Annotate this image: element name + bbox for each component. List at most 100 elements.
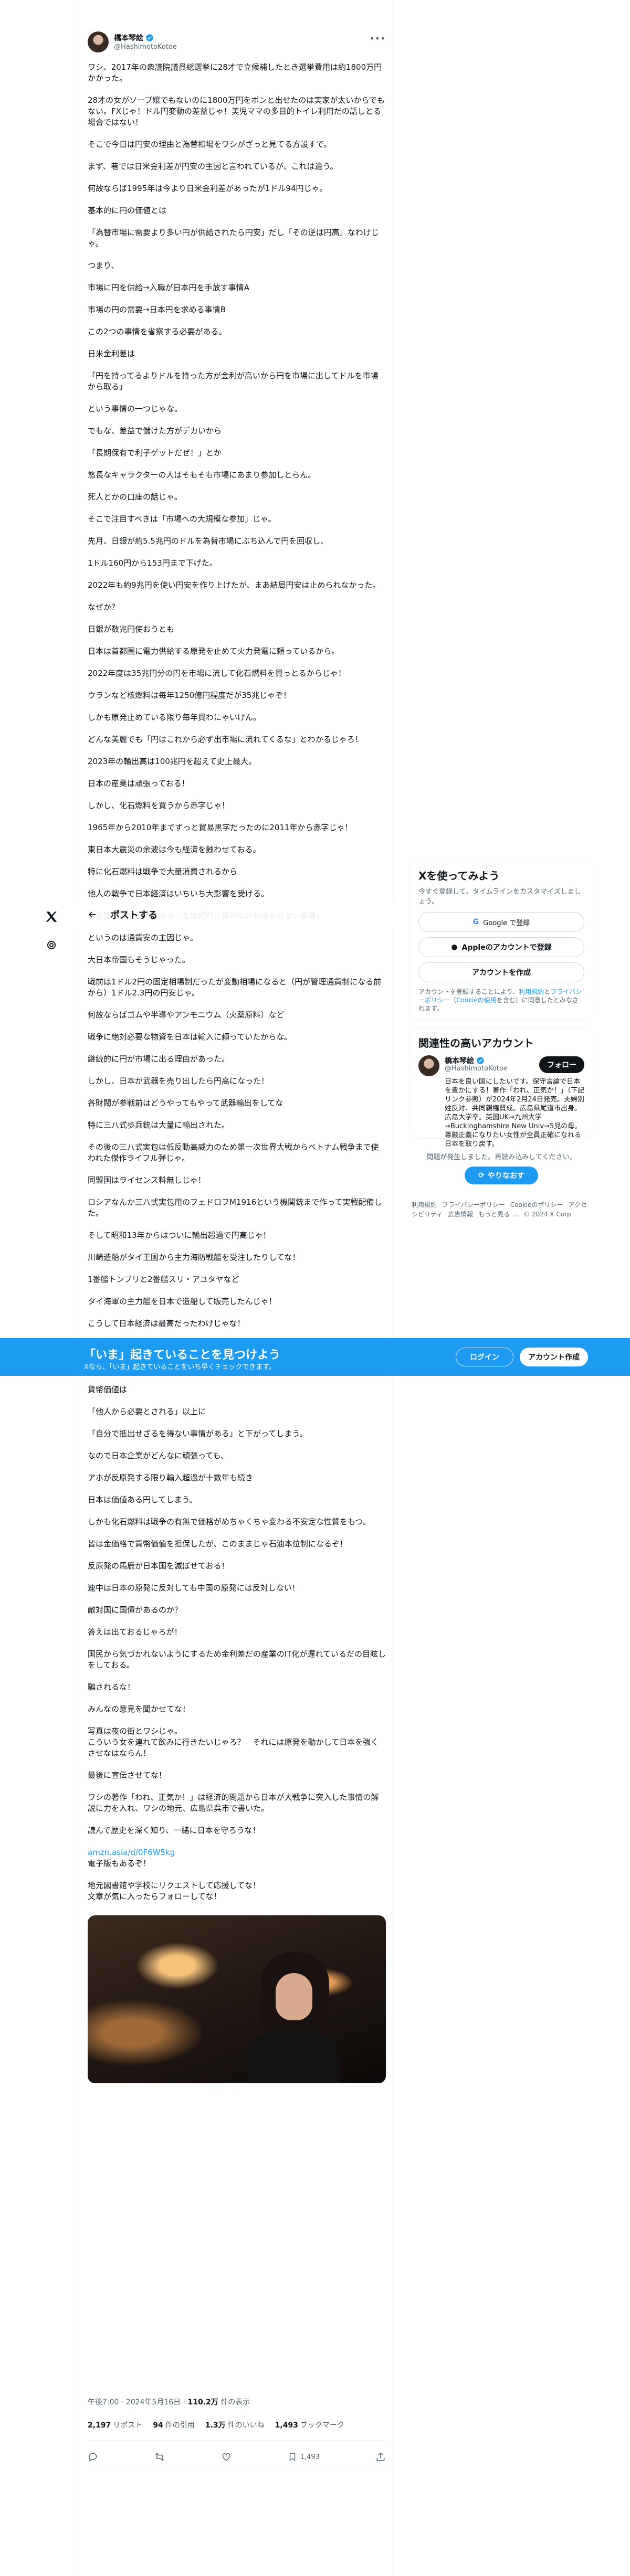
tweet-text: ワシ、2017年の衆議院議員総選挙に28才で立候補したとき選挙費用は約1800万… xyxy=(88,62,386,1913)
x-logo-icon[interactable] xyxy=(41,906,62,927)
tweet-paragraph: そこで注目すべきは「市場への大規模な参加」じゃ。 xyxy=(88,514,276,524)
author-name[interactable]: 橋本琴絵 xyxy=(114,33,154,43)
refresh-icon: ⟳ xyxy=(478,1171,485,1180)
tweet-paragraph: 敵対国に国債があるのか？ xyxy=(88,1605,183,1615)
tweet-timestamp: 午後7:00 · 2024年5月16日 · 110.2万 件の表示 xyxy=(88,2397,250,2407)
tweet-paragraph: しかし、化石燃料を買うから赤字じゃ！ xyxy=(88,801,230,810)
bookmark-icon xyxy=(289,2453,295,2462)
tweet-paragraph: 2022年も約9兆円を使い円安を作り上げたが、まあ結局円安は止められなかった。 xyxy=(88,580,381,590)
tweet-paragraph: 読んで歴史を深く知り、一緒に日本を守ろうな！ xyxy=(88,1826,260,1835)
cookie-link[interactable]: Cookieの使用 xyxy=(456,997,497,1004)
like-button[interactable] xyxy=(221,2452,232,2462)
account-bio: 日本を良い国にしたいです。保守言論で日本を豊かにする！著作「われ、正気か！」（下… xyxy=(445,1078,585,1148)
tweet-paragraph: という事情の一つじゃな。 xyxy=(88,404,183,414)
signup-banner: 「いま」起きていることを見つけよう Xなら、「いま」起きていることをいち早くチェ… xyxy=(0,1338,630,1376)
views-label: 件の表示 xyxy=(218,2398,250,2407)
bookmark-button[interactable]: 1,493 xyxy=(288,2452,320,2462)
banner-subtitle: Xなら、「いま」起きていることをいち早くチェックできます。 xyxy=(84,1363,276,1371)
bookmarks-stat[interactable]: 1,493 ブックマーク xyxy=(275,2420,344,2430)
apple-signup-button[interactable]: ● Appleのアカウントで登録 xyxy=(418,937,584,957)
terms-link[interactable]: 利用規約 xyxy=(519,988,544,995)
account-row[interactable]: 橋本琴絵 @HashimotoKotoe フォロー 日本を良い国にしたいです。保… xyxy=(418,1053,584,1148)
tweet-paragraph: 何故ならば1995年は今より日米金利差があったが1ドル94円じゃ。 xyxy=(88,184,328,193)
tweet-paragraph: 各財閥が参戦前はどうやってもやって武器輸出をしてな xyxy=(88,1098,284,1108)
tweet-paragraph: 貨幣価値は xyxy=(88,1385,128,1394)
tweet-paragraph: 日米金利差は xyxy=(88,349,135,358)
footer-link[interactable]: 広告情報 xyxy=(448,1211,473,1218)
signup-subtitle: 今すぐ登録して、タイムラインをカスタマイズしましょう。 xyxy=(418,888,581,906)
likes-stat[interactable]: 1.3万 件のいいね xyxy=(205,2420,265,2430)
tweet-photo[interactable] xyxy=(88,1915,386,2083)
tweet-paragraph: 答えは出ておるじゃろが！ xyxy=(88,1627,182,1637)
tweet-paragraph: 戦争に絶対必要な物資を日本は輸入に頼っていたからな。 xyxy=(88,1032,292,1042)
share-icon xyxy=(376,2452,385,2461)
follow-button[interactable]: フォロー xyxy=(539,1056,584,1073)
tweet-paragraph: でもな、差益で儲けた方がデカいから xyxy=(88,426,222,436)
author-handle[interactable]: @HashimotoKotoe xyxy=(114,43,177,51)
more-options-icon[interactable]: ••• xyxy=(370,34,386,44)
tweet-detail-column: 橋本琴絵 @HashimotoKotoe ••• ワシ、2017年の衆議院議員総… xyxy=(79,0,394,2576)
book-link[interactable]: amzn.asia/d/0F6W5kg xyxy=(88,1848,175,1857)
login-button[interactable]: ログイン xyxy=(456,1348,513,1366)
signup-button[interactable]: アカウント作成 xyxy=(520,1348,588,1366)
tweet-paragraph: どんな美麗でも「円はこれから必ず出市場に流れてくるな」とわかるじゃろ！ xyxy=(88,735,363,744)
tweet-paragraph: 戦前は1ドル2円の固定相場制だったが変動相場になると（円が管理通貨制になる前から… xyxy=(88,977,382,998)
tweet-closing: 地元図書館や学校にリクエストして応援してな！ 文章が気に入ったらフォローしてな！ xyxy=(88,1881,261,1901)
create-account-button[interactable]: アカウントを作成 xyxy=(418,962,584,982)
back-arrow-icon[interactable] xyxy=(87,909,98,920)
quotes-stat[interactable]: 94 件の引用 xyxy=(153,2420,194,2430)
tweet-paragraph: 2023年の輸出高は100兆円を超えて史上最大。 xyxy=(88,757,257,766)
verified-badge-icon xyxy=(146,34,153,41)
tweet-paragraph: 「円を持ってるよりドルを持った方が金利が高いから円を市場に出してドルを市場から取… xyxy=(88,371,379,391)
footer-link[interactable]: プライバシーポリシー xyxy=(442,1201,505,1209)
tweet-paragraph: 1ドル160円から153円まで下げた。 xyxy=(88,558,217,568)
footer-link[interactable]: Cookieのポリシー xyxy=(510,1201,563,1209)
related-accounts-card: 関連性の高いアカウント 橋本琴絵 @HashimotoKotoe フォロー 日本… xyxy=(410,1028,593,1148)
tweet-paragraph: 最後に宣伝させてな！ xyxy=(88,1771,167,1780)
account-handle[interactable]: @HashimotoKotoe xyxy=(445,1065,508,1073)
tweet-paragraph: 東日本大震災の余波は今も経済を蝕わせておる。 xyxy=(88,845,261,854)
reply-icon xyxy=(89,2453,97,2462)
tweet-paragraph: しかも原発止めている限り毎年買わにゃいけん。 xyxy=(88,713,261,722)
tweet-paragraph: 28才の女がソープ嬢でもないのに1800万円をポンと出せたのは実家が太いからでも… xyxy=(88,96,385,127)
share-button[interactable] xyxy=(375,2452,386,2462)
tweet-time[interactable]: 午後7:00 · 2024年5月16日 · xyxy=(88,2398,188,2407)
tweet-paragraph: つまり、 xyxy=(88,261,119,270)
views-count: 110.2万 xyxy=(187,2398,218,2407)
photo-person xyxy=(245,1952,340,2083)
tweet-paragraph: ロシアなんか三八式実包用のフェドロフM1916という機関銃まで作って実戦配備した… xyxy=(88,1197,382,1218)
link-tail: 電子版もあるぞ！ xyxy=(88,1859,151,1868)
repost-button[interactable] xyxy=(154,2452,165,2462)
tweet-paragraph: 反原発の馬鹿が日本国を滅ぼせておる！ xyxy=(88,1561,229,1571)
tweet-paragraph: 「長期保有で利子ゲットだぜ！」とか xyxy=(88,448,222,458)
reposts-stat[interactable]: 2,197 リポスト xyxy=(88,2420,142,2430)
tweet-paragraph: この2つの事情を省察する必要がある。 xyxy=(88,327,227,336)
bookmark-count: 1,493 xyxy=(300,2453,320,2461)
account-avatar[interactable] xyxy=(418,1055,439,1076)
reply-button[interactable] xyxy=(88,2452,98,2462)
author-avatar[interactable] xyxy=(88,31,109,52)
tweet-paragraph: 死人とかの口座の話じゃ。 xyxy=(88,492,182,502)
account-name[interactable]: 橋本琴絵 xyxy=(445,1055,485,1066)
apple-icon: ● xyxy=(451,943,458,951)
footer-link[interactable]: もっと見る … xyxy=(478,1211,518,1218)
banner-title: 「いま」起きていることを見つけよう xyxy=(84,1349,281,1362)
tweet-paragraph: 市場の円の需要→日本円を求める事情B xyxy=(88,305,226,314)
tweet-stats: 2,197 リポスト 94 件の引用 1.3万 件のいいね 1,493 ブックマーク xyxy=(88,2420,344,2430)
google-signup-button[interactable]: G Google で登録 xyxy=(418,912,584,932)
settings-gear-icon[interactable] xyxy=(41,935,62,956)
signup-card: Xを使ってみよう 今すぐ登録して、タイムラインをカスタマイズしましょう。 G G… xyxy=(410,861,593,1020)
tweet-paragraph: というのは通貨安の主因じゃ。 xyxy=(88,933,198,942)
tweet-paragraph: ウランなど核燃料は毎年1250億円程度だが35兆じゃぞ！ xyxy=(88,691,291,700)
tweet-paragraph: 特に化石燃料は戦争で大量消費されるから xyxy=(88,867,238,876)
footer-link[interactable]: 利用規約 xyxy=(412,1201,437,1209)
tweet-paragraph: みんなの意見を聞かせてな！ xyxy=(88,1704,191,1714)
footer-link[interactable]: © 2024 X Corp. xyxy=(523,1211,573,1218)
tweet-paragraph: 日本は首都圏に電力供給する原発を止めて火力発電に頼っているから。 xyxy=(88,646,340,656)
retry-button[interactable]: ⟳ やりなおす xyxy=(465,1167,538,1184)
tweet-paragraph: その後の三八式実包は低反動高威力のため第一次世界大戦からベトナム戦争まで使われた… xyxy=(88,1142,379,1163)
verified-badge-icon xyxy=(477,1057,484,1064)
tweet-paragraph: 連中は日本の原発に反対しても中国の原発には反対しない！ xyxy=(88,1583,300,1593)
tweet-header: 橋本琴絵 @HashimotoKotoe ••• xyxy=(79,27,394,59)
tweet-paragraph: なので日本企業がどんなに頑張っても、 xyxy=(88,1451,229,1460)
